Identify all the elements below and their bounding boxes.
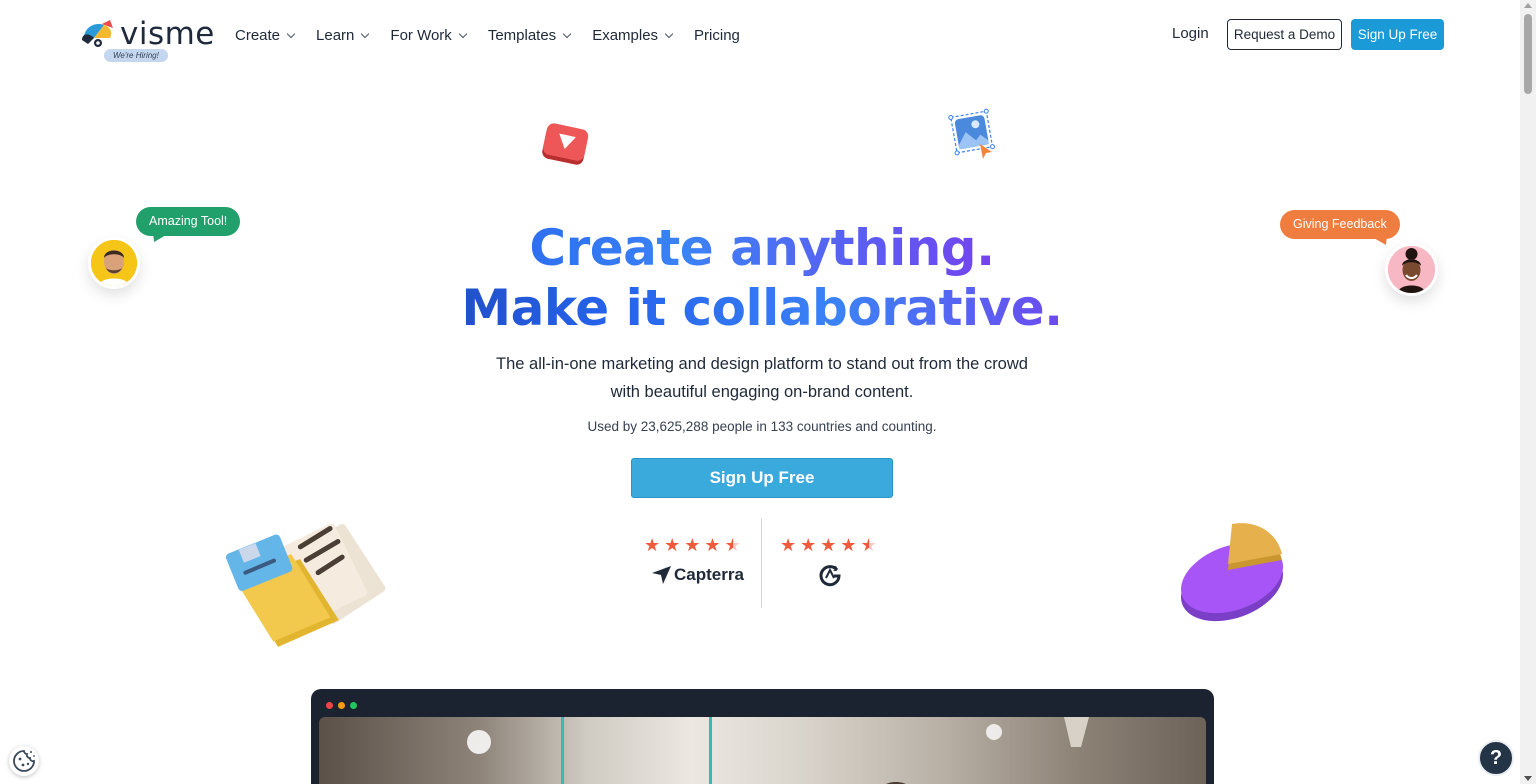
g2-stars: ★ ★ ★ ★ ★ xyxy=(780,536,877,554)
cookie-settings-button[interactable] xyxy=(9,746,39,776)
star-icon: ★ xyxy=(644,535,661,555)
nav-label: Examples xyxy=(592,26,659,44)
window-maximize-dot xyxy=(350,702,357,709)
capterra-stars: ★ ★ ★ ★ ★ xyxy=(644,536,741,554)
hero-headline: Create anything. Make it collaborative. xyxy=(0,218,1524,338)
half-star-icon: ★ xyxy=(860,535,877,555)
chevron-down-icon xyxy=(458,29,468,38)
g2-logo-icon[interactable]: 2 xyxy=(818,563,842,587)
scroll-down-arrow-icon[interactable] xyxy=(1524,776,1532,781)
subtitle-line-1: The all-in-one marketing and design plat… xyxy=(496,355,1028,373)
image-icon xyxy=(948,108,996,159)
hiring-badge[interactable]: We're Hiring! xyxy=(104,49,168,62)
capterra-label: Capterra xyxy=(674,565,744,584)
signup-hero-button[interactable]: Sign Up Free xyxy=(631,458,893,498)
play-icon xyxy=(542,123,589,165)
chevron-down-icon xyxy=(361,29,370,38)
window-close-dot xyxy=(326,702,333,709)
main-nav: Create Learn For Work Templates Examples… xyxy=(235,24,762,46)
star-icon: ★ xyxy=(684,535,701,555)
headline-word: collaborative. xyxy=(682,279,1063,337)
headline-word: Create xyxy=(529,219,714,277)
logo-mark-icon xyxy=(82,20,113,47)
nav-label: Learn xyxy=(316,26,355,44)
nav-examples[interactable]: Examples xyxy=(592,24,674,46)
headline-word: anything. xyxy=(730,219,995,277)
login-link[interactable]: Login xyxy=(1172,25,1209,42)
pie-chart-icon xyxy=(1181,523,1283,622)
headline-line-1: Create anything. xyxy=(0,218,1524,278)
scroll-thumb[interactable] xyxy=(1524,14,1532,94)
headline-word: Make it xyxy=(461,279,666,337)
nav-label: Create xyxy=(235,26,281,44)
logo-text: visme xyxy=(120,16,215,52)
ratings-divider xyxy=(761,518,762,608)
nav-pricing[interactable]: Pricing xyxy=(694,24,740,46)
signup-header-button[interactable]: Sign Up Free xyxy=(1351,19,1444,50)
product-preview-window xyxy=(311,689,1214,784)
star-icon: ★ xyxy=(780,535,797,555)
svg-text:2: 2 xyxy=(833,565,837,573)
star-icon: ★ xyxy=(664,535,681,555)
help-button[interactable]: ? xyxy=(1478,740,1514,776)
request-demo-button[interactable]: Request a Demo xyxy=(1227,19,1342,50)
site-header: visme We're Hiring! Create Learn For Wor… xyxy=(0,0,1520,70)
nav-create[interactable]: Create xyxy=(235,24,296,46)
capterra-arrow-icon xyxy=(652,566,671,584)
usage-stats: Used by 23,625,288 people in 133 countri… xyxy=(587,419,937,434)
nav-learn[interactable]: Learn xyxy=(316,24,370,46)
chevron-down-icon xyxy=(664,29,674,38)
ratings-block: ★ ★ ★ ★ ★ Capterra ★ ★ ★ ★ ★ 2 xyxy=(622,518,902,608)
office-scene-image xyxy=(467,717,1089,784)
scroll-up-arrow-icon[interactable] xyxy=(1524,3,1532,8)
capterra-logo[interactable]: Capterra xyxy=(652,565,744,585)
chevron-down-icon xyxy=(286,29,296,38)
cookie-icon xyxy=(13,750,35,772)
nav-templates[interactable]: Templates xyxy=(487,24,572,46)
half-star-icon: ★ xyxy=(724,535,741,555)
subtitle-line-2: with beautiful engaging on-brand content… xyxy=(610,383,914,401)
visme-logo[interactable]: visme We're Hiring! xyxy=(80,18,214,64)
star-icon: ★ xyxy=(800,535,817,555)
star-icon: ★ xyxy=(704,535,721,555)
nav-label: For Work xyxy=(390,26,452,44)
chevron-down-icon xyxy=(562,29,572,38)
window-minimize-dot xyxy=(338,702,345,709)
nav-label: Templates xyxy=(487,26,557,44)
preview-video[interactable] xyxy=(319,717,1206,784)
headline-line-2: Make it collaborative. xyxy=(0,278,1524,338)
hero-subtitle: The all-in-one marketing and design plat… xyxy=(0,350,1524,406)
star-icon: ★ xyxy=(820,535,837,555)
star-icon: ★ xyxy=(840,535,857,555)
folder-documents-icon xyxy=(226,524,386,647)
nav-label: Pricing xyxy=(694,26,740,44)
help-icon: ? xyxy=(1489,746,1503,769)
nav-for-work[interactable]: For Work xyxy=(390,24,468,46)
